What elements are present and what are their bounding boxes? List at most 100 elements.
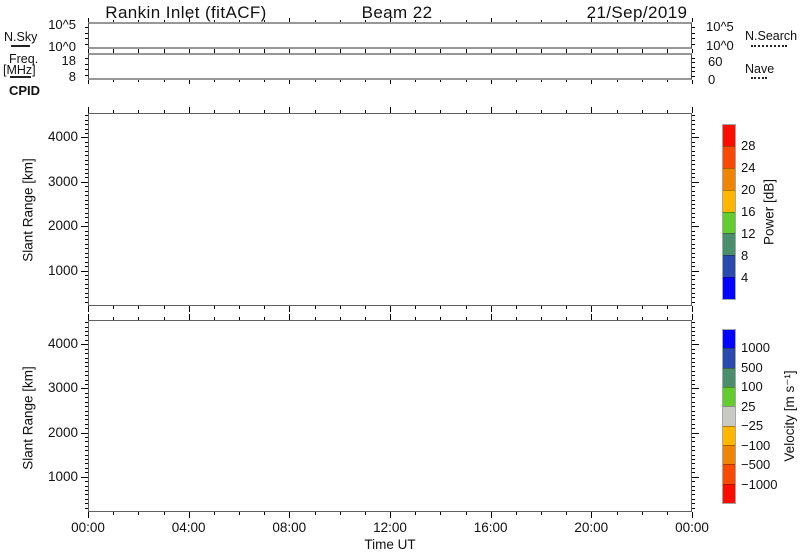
colorbar-segment: [723, 233, 735, 255]
axis-tick: [85, 160, 88, 161]
colorbar-segment: [723, 212, 735, 234]
axis-tick: [440, 80, 441, 82]
axis-tick: [85, 239, 88, 240]
axis-tick: [289, 306, 290, 312]
axis-tick: [692, 406, 695, 407]
axis-tick: [85, 297, 88, 298]
axis-tick: [214, 80, 215, 82]
axis-tick: [692, 302, 695, 303]
axis-tick: [164, 110, 165, 113]
axis-tick: [692, 450, 695, 451]
axis-tick: [81, 182, 88, 183]
axis-tick: [692, 160, 695, 161]
axis-tick: [85, 64, 88, 65]
axis-tick: [85, 244, 88, 245]
axis-tick: [264, 306, 265, 309]
axis-tick: [390, 107, 391, 113]
axis-tick: [692, 349, 695, 350]
axis-tick: [692, 397, 695, 398]
axis-tick: [566, 317, 567, 320]
axis-tick: [591, 49, 592, 53]
axis-tick: [214, 306, 215, 309]
axis-tick: [85, 508, 88, 509]
axis-tick: [85, 327, 88, 328]
axis-tick: [692, 173, 695, 174]
axis-tick: [113, 512, 114, 515]
axis-tick: [516, 110, 517, 113]
axis-tick: [315, 512, 316, 515]
colorbar-tick-label: −100: [741, 439, 770, 453]
axis-tick: [692, 49, 693, 53]
axis-tick: [85, 446, 88, 447]
axis-tick: [692, 331, 695, 332]
axis-tick: [692, 217, 695, 218]
colorbar-tick-label: −1000: [741, 478, 778, 492]
axis-tick: [239, 110, 240, 113]
axis-tick: [692, 204, 695, 205]
colorbar-segment: [723, 368, 735, 387]
dotted-line-legend-icon: [751, 77, 767, 79]
axis-tick: [566, 306, 567, 309]
axis-tick: [667, 317, 668, 320]
axis-tick: [692, 297, 695, 298]
axis-tick: [85, 393, 88, 394]
axis-tick: [692, 358, 695, 359]
cpid-label: CPID: [9, 83, 40, 98]
axis-tick: [692, 33, 695, 34]
axis-tick: [491, 49, 492, 53]
axis-tick: [239, 306, 240, 309]
axis-tick: [440, 317, 441, 320]
axis-tick: [692, 200, 695, 201]
colorbar-segment: [723, 484, 735, 503]
axis-tick: [85, 437, 88, 438]
axis-tick: [692, 226, 699, 227]
axis-tick: [415, 51, 416, 53]
axis-tick: [390, 18, 391, 22]
axis-tick: [214, 317, 215, 320]
colorbar-tick-label: 28: [741, 139, 755, 153]
colorbar-tick-label: 20: [741, 183, 755, 197]
panel-velocity: [88, 320, 692, 512]
axis-tick: [692, 279, 695, 280]
axis-tick: [440, 110, 441, 113]
axis-tick: [692, 182, 699, 183]
axis-tick: [85, 322, 88, 323]
axis-tick: [85, 288, 88, 289]
colorbar-segment: [723, 125, 735, 146]
axis-tick: [85, 231, 88, 232]
axis-tick: [692, 191, 695, 192]
axis-tick: [390, 314, 391, 320]
panel-frequency: [88, 53, 692, 80]
axis-tick: [642, 20, 643, 22]
axis-tick: [516, 512, 517, 515]
axis-tick: [85, 499, 88, 500]
y-tick-label: 2000: [32, 218, 78, 234]
axis-tick: [692, 239, 695, 240]
axis-tick: [264, 80, 265, 82]
axis-tick: [415, 80, 416, 82]
axis-tick: [85, 284, 88, 285]
axis-tick: [692, 468, 695, 469]
axis-tick: [85, 115, 88, 116]
axis-tick: [692, 335, 695, 336]
axis-tick: [692, 362, 695, 363]
axis-tick: [264, 110, 265, 113]
axis-tick: [315, 80, 316, 82]
axis-tick: [692, 393, 695, 394]
axis-tick: [692, 437, 695, 438]
axis-tick: [692, 503, 695, 504]
y-tick-label: 4000: [32, 129, 78, 145]
axis-tick: [566, 51, 567, 53]
axis-tick: [85, 133, 88, 134]
axis-tick: [88, 49, 89, 53]
power-colorbar-label: Power [dB]: [762, 179, 777, 245]
axis-tick: [692, 472, 695, 473]
axis-tick: [289, 512, 290, 518]
axis-tick: [85, 262, 88, 263]
axis-tick: [466, 20, 467, 22]
velocity-colorbar-label: Velocity [m s⁻¹]: [782, 370, 798, 461]
axis-tick: [340, 317, 341, 320]
x-axis-label: Time UT: [364, 537, 415, 552]
axis-tick: [85, 155, 88, 156]
axis-tick: [85, 200, 88, 201]
